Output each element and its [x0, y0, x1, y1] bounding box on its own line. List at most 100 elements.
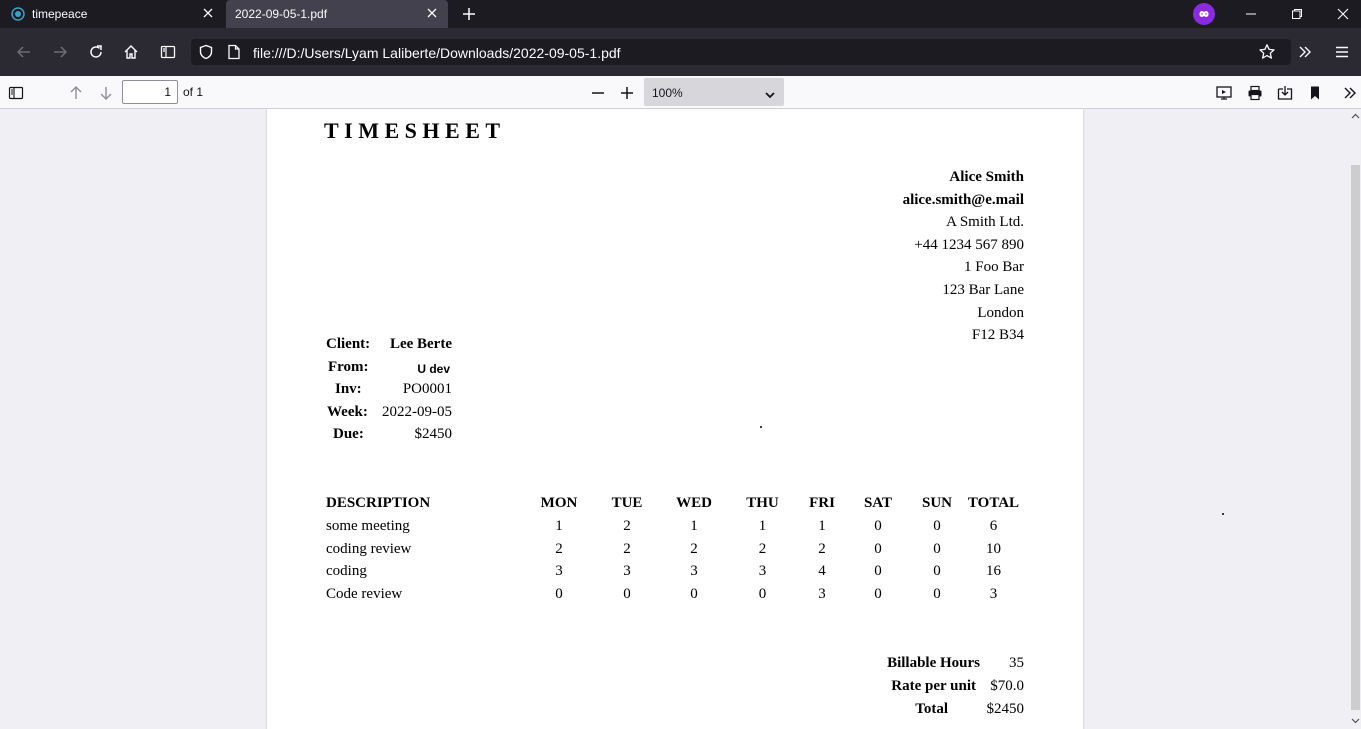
- back-icon[interactable]: [14, 42, 34, 62]
- tools-chevron-icon[interactable]: [1340, 83, 1360, 103]
- table-cell: coding: [326, 563, 367, 580]
- table-cell: 2: [623, 517, 631, 534]
- from-label: From:: [328, 358, 369, 375]
- zoom-select[interactable]: 100%: [644, 78, 784, 106]
- col-header-wed: WED: [676, 494, 712, 511]
- save-download-icon[interactable]: [1275, 83, 1295, 103]
- next-page-icon[interactable]: [96, 83, 116, 103]
- tab-timepeace[interactable]: timepeace: [0, 0, 224, 28]
- shield-icon[interactable]: [198, 44, 214, 65]
- forward-icon[interactable]: [50, 42, 70, 62]
- due-value: $2450: [414, 426, 453, 443]
- table-cell: 0: [874, 563, 882, 580]
- table-cell: 1: [555, 517, 563, 534]
- sender-name: Alice Smith: [949, 169, 1024, 185]
- bookmark-icon[interactable]: [1305, 83, 1325, 103]
- col-header-fri: FRI: [809, 494, 835, 511]
- table-cell: 2: [623, 540, 631, 557]
- tab-pdf[interactable]: 2022-09-05-1.pdf: [226, 0, 448, 28]
- print-icon[interactable]: [1245, 83, 1265, 103]
- pdf-page: TIMESHEET Alice Smith alice.smith@e.mail…: [267, 109, 1083, 729]
- table-cell: 3: [555, 563, 563, 580]
- zoom-in-icon[interactable]: [617, 83, 637, 103]
- table-cell: 3: [623, 563, 631, 580]
- table-cell: 0: [933, 563, 941, 580]
- sender-block: Alice Smith alice.smith@e.mail A Smith L…: [903, 166, 1024, 347]
- table-row: some meeting 1 2 1 1 1 0 0 6: [326, 515, 1024, 538]
- toggle-sidebar-icon[interactable]: [6, 83, 26, 103]
- timepeace-favicon-icon: [11, 7, 25, 21]
- table-cell: 0: [758, 585, 767, 602]
- bookmark-star-icon[interactable]: [1257, 42, 1277, 62]
- previous-page-icon[interactable]: [66, 83, 86, 103]
- from-value: U dev: [417, 361, 450, 376]
- billable-hours-value: 35: [1009, 655, 1024, 671]
- table-cell: 16: [986, 563, 1001, 580]
- col-header-sat: SAT: [863, 494, 893, 511]
- table-cell: 3: [989, 585, 998, 602]
- table-row: coding review 2 2 2 2 2 0 0 10: [326, 538, 1024, 561]
- address-bar[interactable]: file:///D:/Users/Lyam Laliberte/Download…: [191, 39, 1291, 65]
- week-label: Week:: [327, 403, 368, 420]
- close-window-icon[interactable]: [1333, 4, 1353, 24]
- new-tab-icon[interactable]: [459, 5, 479, 23]
- table-cell: 0: [874, 585, 882, 602]
- sender-address1: 1 Foo Bar: [964, 259, 1024, 276]
- totals-block: Billable Hours 35 Rate per unit $70.0 To…: [864, 655, 1024, 724]
- sender-email: alice.smith@e.mail: [902, 191, 1024, 208]
- billable-hours-label: Billable Hours: [887, 655, 980, 671]
- home-icon[interactable]: [121, 42, 141, 62]
- menu-hamburger-icon[interactable]: [1332, 42, 1352, 62]
- close-tab-icon[interactable]: [424, 5, 440, 21]
- overflow-chevron-icon[interactable]: [1295, 42, 1315, 62]
- table-cell: 0: [874, 517, 882, 534]
- restore-icon[interactable]: [1287, 4, 1307, 24]
- scroll-up-icon[interactable]: [1351, 111, 1360, 121]
- table-cell: 3: [758, 563, 767, 580]
- tab-label: timepeace: [32, 7, 88, 21]
- pdf-toolbar: 1 of 1 100%: [0, 76, 1361, 109]
- close-tab-icon[interactable]: [200, 5, 216, 21]
- table-cell: coding review: [326, 540, 412, 557]
- total-value: $2450: [986, 701, 1025, 717]
- rate-value: $70.0: [990, 678, 1024, 694]
- table-row: Code review 0 0 0 0 3 0 0 3: [326, 583, 1024, 606]
- sender-postcode: F12 B34: [971, 327, 1024, 344]
- table-cell: 0: [933, 585, 941, 602]
- table-cell: 10: [986, 540, 1001, 557]
- page-count-label: of 1: [183, 85, 204, 99]
- col-header-description: DESCRIPTION: [326, 494, 431, 511]
- sender-company: A Smith Ltd.: [946, 214, 1024, 231]
- table-cell: 0: [555, 585, 563, 602]
- due-label: Due:: [333, 426, 364, 443]
- col-header-tue: TUE: [611, 494, 643, 511]
- col-header-mon: MON: [540, 494, 578, 511]
- sender-phone: +44 1234 567 890: [914, 236, 1024, 253]
- zoom-value: 100%: [652, 86, 683, 100]
- sidebar-icon[interactable]: [158, 42, 178, 62]
- table-cell: 0: [874, 540, 882, 557]
- reload-icon[interactable]: [86, 42, 106, 62]
- scrollbar-thumb[interactable]: [1351, 165, 1360, 710]
- tab-label: 2022-09-05-1.pdf: [235, 7, 328, 21]
- inv-value: PO0001: [402, 381, 452, 398]
- week-value: 2022-09-05: [382, 403, 452, 420]
- table-cell: 2: [690, 540, 698, 557]
- client-value: Lee Berte: [389, 336, 452, 352]
- scroll-down-icon[interactable]: [1351, 716, 1360, 726]
- extension-icon[interactable]: [1193, 3, 1215, 25]
- col-header-total: TOTAL: [967, 494, 1020, 511]
- table-cell: 0: [933, 517, 941, 534]
- page-icon[interactable]: [227, 44, 241, 65]
- zoom-out-icon[interactable]: [588, 83, 608, 103]
- table-cell: some meeting: [326, 517, 410, 534]
- presentation-mode-icon[interactable]: [1214, 83, 1234, 103]
- col-header-sun: SUN: [921, 494, 952, 511]
- page-number-input[interactable]: 1: [122, 80, 178, 104]
- pdf-viewer[interactable]: TIMESHEET Alice Smith alice.smith@e.mail…: [0, 109, 1350, 729]
- table-cell: 1: [818, 517, 826, 534]
- chevron-down-icon: [764, 87, 776, 99]
- table-cell: 3: [690, 563, 698, 580]
- url-text[interactable]: file:///D:/Users/Lyam Laliberte/Download…: [253, 45, 621, 61]
- minimize-icon[interactable]: [1241, 4, 1261, 24]
